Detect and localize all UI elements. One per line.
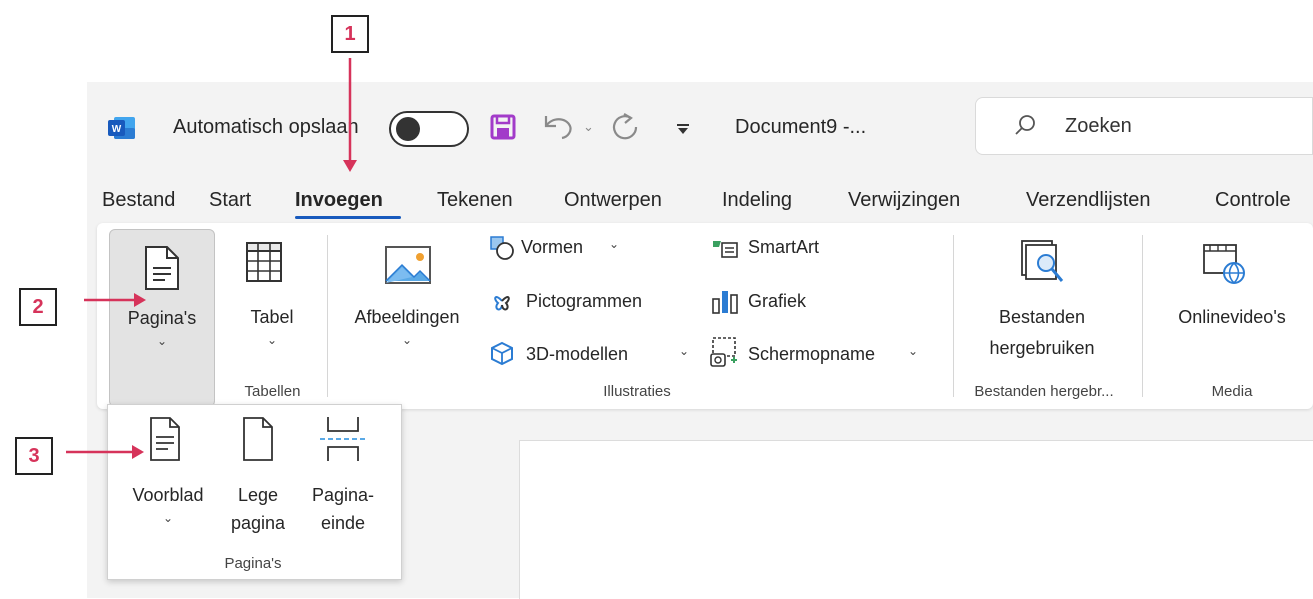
arrow-1 bbox=[343, 58, 357, 172]
callout-arrows bbox=[66, 58, 357, 459]
arrow-3 bbox=[66, 445, 144, 459]
arrow-2 bbox=[84, 293, 146, 307]
